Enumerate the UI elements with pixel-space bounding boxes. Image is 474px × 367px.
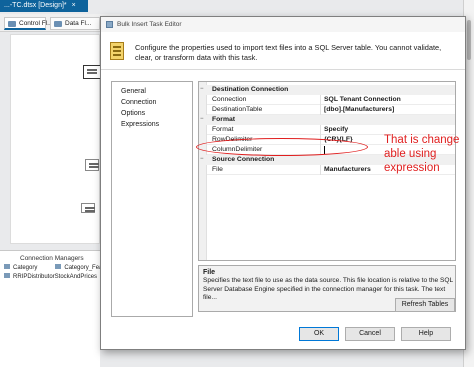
grid-gutter bbox=[199, 82, 207, 260]
collapse-icon[interactable]: − bbox=[200, 156, 204, 162]
design-canvas[interactable] bbox=[10, 34, 101, 244]
property-name: Format bbox=[212, 126, 234, 133]
category-destination-connection[interactable]: − Destination Connection bbox=[199, 85, 455, 95]
column-divider bbox=[320, 165, 321, 175]
category-label: Destination Connection bbox=[212, 86, 289, 93]
property-row-destination-table[interactable]: DestinationTable [dbo].[Manufacturers] bbox=[207, 105, 455, 115]
property-name: File bbox=[212, 166, 223, 173]
tab-data-flow[interactable]: Data Fl... bbox=[50, 17, 100, 30]
connection-manager-label: RRIPDistributorStockAndPrices bbox=[13, 274, 98, 280]
column-divider bbox=[320, 95, 321, 105]
category-format[interactable]: − Format bbox=[199, 115, 455, 125]
property-row-connection[interactable]: Connection SQL Tenant Connection bbox=[207, 95, 455, 105]
connection-icon bbox=[4, 264, 10, 269]
dialog-header: Configure the properties used to import … bbox=[101, 32, 465, 70]
data-flow-icon bbox=[54, 21, 62, 27]
ok-button[interactable]: OK bbox=[299, 327, 339, 341]
tab-control-flow[interactable]: Control Fl... bbox=[4, 17, 53, 30]
highlight-ellipse bbox=[196, 138, 368, 156]
category-label: Format bbox=[212, 116, 236, 123]
connection-manager-item[interactable]: Category Category_Feat bbox=[0, 262, 104, 271]
tab-control-flow-label: Control Fl... bbox=[19, 20, 53, 27]
property-name: Connection bbox=[212, 96, 247, 103]
connection-icon bbox=[55, 264, 62, 269]
connection-manager-label: Category_Feat bbox=[64, 265, 105, 271]
task-node[interactable] bbox=[81, 203, 95, 213]
description-title: File bbox=[203, 269, 216, 276]
nav-item-expressions[interactable]: Expressions bbox=[112, 119, 192, 130]
dialog-title: Bulk Insert Task Editor bbox=[117, 21, 182, 28]
property-name: DestinationTable bbox=[212, 106, 263, 113]
task-node[interactable] bbox=[85, 159, 99, 171]
document-tab-label: ...-TC.dtsx [Design]* bbox=[4, 2, 67, 9]
property-value[interactable]: Specify bbox=[324, 126, 348, 133]
column-divider bbox=[320, 125, 321, 135]
task-node[interactable] bbox=[83, 65, 101, 79]
connection-managers-title: Connection Managers bbox=[20, 255, 84, 262]
column-divider bbox=[320, 105, 321, 115]
header-description: Configure the properties used to import … bbox=[135, 43, 442, 62]
connection-managers-panel: Connection Managers Category Category_Fea… bbox=[0, 250, 104, 367]
bulk-insert-icon bbox=[110, 42, 124, 60]
connection-icon bbox=[4, 273, 10, 278]
nav-item-options[interactable]: Options bbox=[112, 108, 192, 119]
scrollbar[interactable] bbox=[467, 20, 471, 60]
cancel-button[interactable]: Cancel bbox=[345, 327, 395, 341]
nav-item-connection[interactable]: Connection bbox=[112, 97, 192, 108]
refresh-tables-button[interactable]: Refresh Tables bbox=[395, 298, 455, 312]
connection-manager-item[interactable]: RRIPDistributorStockAndPrices bbox=[0, 271, 100, 280]
collapse-icon[interactable]: − bbox=[200, 86, 204, 92]
help-button[interactable]: Help bbox=[401, 327, 451, 341]
property-value[interactable]: SQL Tenant Connection bbox=[324, 96, 401, 103]
connection-manager-label: Category bbox=[13, 265, 38, 271]
close-icon[interactable]: × bbox=[72, 2, 76, 9]
bulk-insert-task-editor-dialog: Bulk Insert Task Editor Configure the pr… bbox=[100, 16, 466, 350]
property-value[interactable]: Manufacturers bbox=[324, 166, 371, 173]
collapse-icon[interactable]: − bbox=[200, 116, 204, 122]
title-bar[interactable]: Bulk Insert Task Editor bbox=[101, 17, 465, 32]
task-icon bbox=[106, 21, 113, 28]
page-navigation: General Connection Options Expressions bbox=[111, 81, 193, 317]
nav-item-general[interactable]: General bbox=[112, 86, 192, 97]
document-tab[interactable]: ...-TC.dtsx [Design]* × bbox=[0, 0, 88, 12]
category-label: Source Connection bbox=[212, 156, 275, 163]
tab-data-flow-label: Data Fl... bbox=[65, 20, 92, 27]
control-flow-icon bbox=[8, 21, 16, 27]
annotation-text: That is change able using expression bbox=[384, 134, 460, 174]
property-value[interactable]: [dbo].[Manufacturers] bbox=[324, 106, 394, 113]
